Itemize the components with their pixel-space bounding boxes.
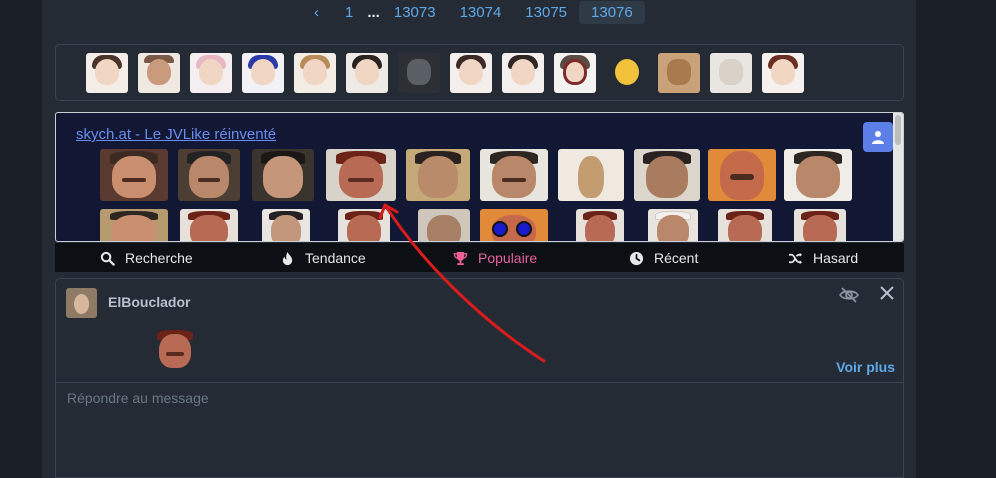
sticker-risitas-hands[interactable]: [784, 149, 852, 201]
sticker-risitas-bow[interactable]: [100, 209, 168, 241]
scrollbar-handle[interactable]: [895, 115, 901, 145]
message-card: ElBouclador Voir plus: [55, 278, 904, 383]
sticker-jesus-tie[interactable]: [262, 209, 310, 241]
reply-input[interactable]: [56, 383, 903, 477]
sticker-risitas-dance[interactable]: [558, 149, 624, 201]
sticker-wolf[interactable]: [398, 52, 440, 93]
sticker-dog[interactable]: [710, 52, 752, 93]
sticker-risitas-sunglasses[interactable]: [480, 209, 548, 241]
tab-label: Populaire: [478, 250, 538, 266]
tab-populaire[interactable]: Populaire: [453, 250, 537, 266]
sticker-risitas-wink[interactable]: [338, 209, 390, 241]
sticker-anime-girl-wave[interactable]: [86, 52, 128, 93]
page-link-13075[interactable]: 13075: [513, 1, 579, 24]
username[interactable]: ElBouclador: [108, 294, 190, 310]
page-link-1[interactable]: 1: [333, 1, 365, 24]
sticker-man-thinking[interactable]: [138, 52, 180, 93]
sticker-smiling-girl[interactable]: [294, 52, 336, 93]
sticker-risitas-grin[interactable]: [794, 209, 846, 241]
show-more-link[interactable]: Voir plus: [836, 359, 895, 375]
sticker-risitas-chef[interactable]: [648, 209, 698, 241]
clock-icon: [629, 251, 644, 265]
sticker-strip: [55, 44, 904, 101]
sticker-jesus-smile[interactable]: [252, 149, 314, 201]
user-icon: [872, 131, 884, 144]
sticker-thinking-emoji[interactable]: [606, 52, 648, 93]
sticker-tabs: Recherche Tendance Populaire Récent Hasa…: [55, 243, 904, 272]
sticker-embed-panel: skych.at - Le JVLike réinventé: [55, 112, 904, 242]
sticker-risitas-shirt[interactable]: [480, 149, 548, 201]
sticker-girl-shy[interactable]: [502, 52, 544, 93]
tab-hasard[interactable]: Hasard: [788, 250, 858, 266]
page-link-13073[interactable]: 13073: [382, 1, 448, 24]
search-icon: [100, 251, 115, 266]
prev-page-button[interactable]: ‹: [300, 1, 333, 24]
sticker-blue-hair-girl[interactable]: [242, 52, 284, 93]
page-link-13074[interactable]: 13074: [448, 1, 514, 24]
tab-label: Tendance: [305, 250, 366, 266]
eye-slash-icon[interactable]: [839, 285, 859, 305]
sticker-risitas-cry[interactable]: [576, 209, 624, 241]
tab-recherche[interactable]: Recherche: [100, 250, 193, 266]
embed-scrollbar[interactable]: [893, 113, 903, 241]
trophy-icon: [453, 251, 468, 265]
sticker-risitas-facepalm[interactable]: [718, 209, 772, 241]
sticker-dark-hair-girl[interactable]: [346, 52, 388, 93]
tab-tendance[interactable]: Tendance: [280, 250, 366, 266]
pagination: ‹ 1 ... 13073 13074 13075 13076: [300, 0, 645, 24]
user-button[interactable]: [863, 122, 893, 152]
reply-box: [55, 383, 904, 478]
sticker-risitas-red[interactable]: [180, 209, 238, 241]
flame-icon: [282, 251, 293, 265]
sticker-man-phone[interactable]: [418, 209, 470, 241]
page-link-13076-current[interactable]: 13076: [579, 0, 645, 24]
sticker-girl-pointing[interactable]: [450, 52, 492, 93]
sticker-risitas-laugh[interactable]: [100, 149, 168, 201]
sticker-magnifier-girl[interactable]: [554, 52, 596, 93]
sticker-cat[interactable]: [658, 52, 700, 93]
sticker-risitas-table[interactable]: [634, 149, 700, 201]
skychat-link[interactable]: skych.at - Le JVLike réinventé: [76, 126, 276, 143]
sticker-pink-hair-girl[interactable]: [190, 52, 232, 93]
message-sticker[interactable]: [150, 328, 200, 371]
tab-label: Hasard: [813, 250, 859, 266]
sticker-brown-hair-girl[interactable]: [762, 52, 804, 93]
tab-label: Recherche: [125, 250, 193, 266]
sticker-risitas-glasses[interactable]: [178, 149, 240, 201]
tab-label: Récent: [654, 250, 699, 266]
page-ellipsis: ...: [367, 3, 380, 21]
avatar[interactable]: [66, 288, 97, 318]
tab-recent[interactable]: Récent: [629, 250, 698, 266]
close-icon[interactable]: [878, 284, 896, 302]
shuffle-icon: [788, 252, 803, 264]
sticker-risitas-popular[interactable]: [326, 149, 396, 201]
sticker-risitas-zoom[interactable]: [708, 149, 776, 201]
sticker-man-suit[interactable]: [406, 149, 470, 201]
